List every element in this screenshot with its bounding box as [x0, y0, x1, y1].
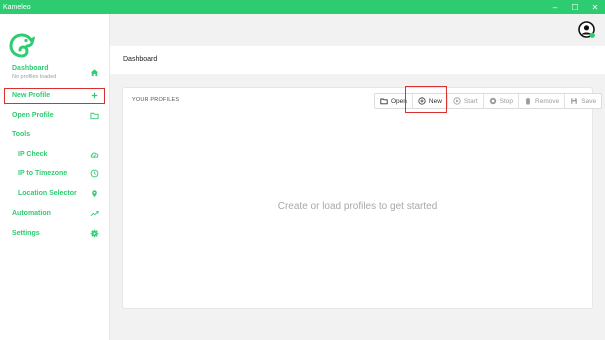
- floppy-disk-icon: [571, 98, 578, 104]
- save-button[interactable]: Save: [565, 94, 601, 108]
- sidebar-item-dashboard[interactable]: Dashboard: [12, 65, 49, 72]
- page-title: Dashboard: [123, 56, 158, 63]
- remove-button-label: Remove: [535, 97, 560, 105]
- trash-icon: [525, 97, 531, 105]
- home-icon: [90, 69, 99, 77]
- trend-icon[interactable]: [90, 209, 99, 218]
- remove-button[interactable]: Remove: [519, 94, 566, 108]
- sidebar-item-settings[interactable]: Settings: [12, 230, 40, 237]
- profiles-section-title: YOUR PROFILES: [132, 97, 180, 103]
- save-button-label: Save: [581, 97, 597, 105]
- empty-state-message: Create or load profiles to get started: [277, 201, 438, 212]
- start-button-label: Start: [463, 97, 478, 105]
- sidebar-item-open-profile[interactable]: Open Profile: [12, 112, 54, 119]
- stop-circle-icon: [489, 97, 496, 105]
- gear-icon[interactable]: [90, 229, 99, 238]
- sidebar-item-ip-to-timezone[interactable]: IP to Timezone: [18, 170, 67, 177]
- stop-button-label: Stop: [499, 97, 514, 105]
- folder-icon[interactable]: [90, 111, 99, 120]
- page-header: [110, 46, 605, 74]
- window-title: Kameleo: [3, 3, 31, 11]
- new-button-highlight: [405, 86, 447, 113]
- close-button[interactable]: ✕: [585, 0, 605, 14]
- clock-icon[interactable]: [90, 169, 99, 178]
- sidebar-item-dashboard-sublabel: No profiles loaded: [12, 74, 57, 80]
- stop-button[interactable]: Stop: [484, 94, 520, 108]
- new-profile-highlight: [4, 88, 105, 104]
- kameleo-logo-icon: [9, 33, 35, 58]
- profiles-card: [122, 87, 593, 309]
- folder-icon: [380, 98, 388, 105]
- cloud-check-icon[interactable]: [90, 150, 99, 159]
- sidebar-section-tools: Tools: [12, 131, 31, 138]
- maximize-button[interactable]: ☐: [565, 0, 585, 14]
- sidebar-item-automation[interactable]: Automation: [12, 210, 51, 217]
- sidebar-item-location-selector[interactable]: Location Selector: [18, 190, 77, 197]
- map-pin-icon[interactable]: [90, 189, 99, 198]
- play-circle-icon: [453, 97, 461, 105]
- title-bar: Kameleo – ☐ ✕: [0, 0, 605, 14]
- sidebar-item-ip-check[interactable]: IP Check: [18, 151, 47, 158]
- start-button[interactable]: Start: [448, 94, 484, 108]
- window-controls: – ☐ ✕: [545, 0, 605, 14]
- avatar[interactable]: [578, 21, 596, 39]
- minimize-button[interactable]: –: [545, 0, 565, 14]
